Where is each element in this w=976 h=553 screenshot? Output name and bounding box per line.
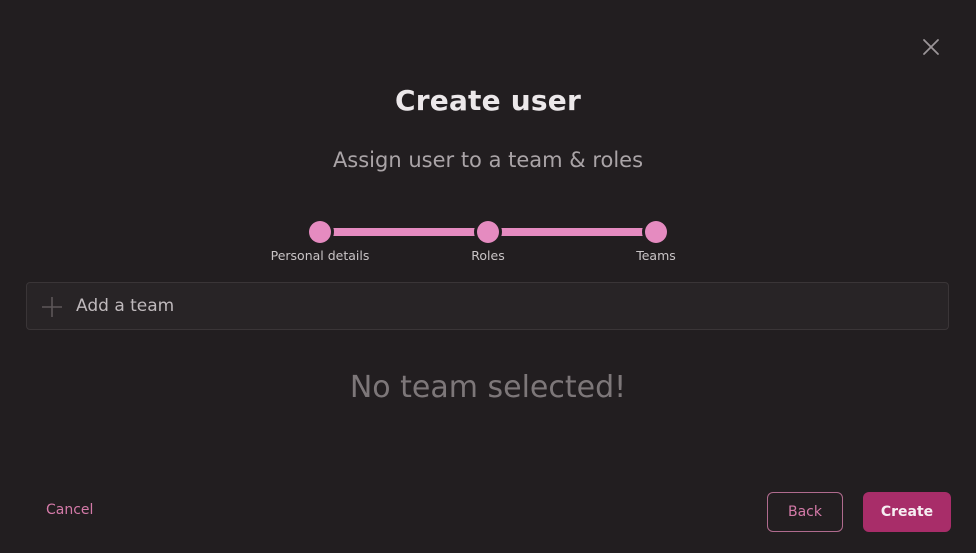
add-team-button[interactable]: Add a team — [26, 282, 949, 330]
progress-stepper: Personal details Roles Teams — [0, 218, 976, 268]
close-icon — [923, 39, 939, 55]
close-button[interactable] — [920, 36, 942, 58]
dialog-title: Create user — [395, 84, 581, 117]
step-label-roles: Roles — [471, 248, 505, 263]
add-team-label: Add a team — [76, 296, 175, 316]
step-label-personal-details: Personal details — [270, 248, 370, 263]
step-label-teams: Teams — [636, 248, 676, 263]
back-button[interactable]: Back — [767, 492, 843, 532]
step-dot-roles — [477, 221, 499, 243]
step-connector-1 — [320, 228, 488, 236]
dialog-subtitle: Assign user to a team & roles — [332, 148, 644, 172]
cancel-button[interactable]: Cancel — [46, 502, 93, 518]
create-button[interactable]: Create — [863, 492, 951, 532]
step-dot-teams — [645, 221, 667, 243]
create-user-dialog: Create user Assign user to a team & role… — [0, 0, 976, 553]
plus-icon — [42, 297, 62, 317]
empty-state-message: No team selected! — [349, 370, 627, 405]
step-dot-personal-details — [309, 221, 331, 243]
step-connector-2 — [488, 228, 656, 236]
